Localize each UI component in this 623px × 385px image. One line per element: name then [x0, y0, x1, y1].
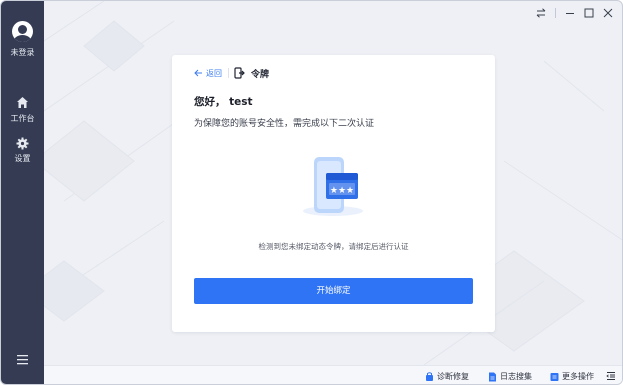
greeting-text: 您好， test: [194, 96, 253, 108]
sidebar-item-label: 设置: [14, 154, 31, 163]
hint-text: 检测到您未绑定动态令牌，请绑定后进行认证: [258, 242, 409, 251]
more-icon: [550, 372, 559, 381]
maximize-icon[interactable]: [583, 7, 595, 19]
gear-icon: [16, 137, 29, 150]
back-link[interactable]: 返回: [194, 68, 222, 78]
footer-item-label: 诊断修复: [437, 372, 469, 381]
collapse-icon[interactable]: [606, 371, 616, 381]
arrow-left-icon: [194, 69, 202, 77]
diagnose-repair-button[interactable]: 诊断修复: [425, 371, 469, 382]
start-binding-button[interactable]: 开始绑定: [194, 278, 473, 304]
log-collect-button[interactable]: 日志搜集: [488, 371, 532, 382]
header-divider: [228, 68, 229, 78]
phone-token-illustration: ★★★: [303, 157, 363, 216]
subtitle-text: 为保障您的账号安全性，需完成以下二次认证: [194, 119, 375, 129]
controls-divider: [555, 8, 556, 18]
footer-bar: 诊断修复 日志搜集 更多操作: [44, 365, 622, 384]
repair-icon: [426, 371, 433, 381]
back-label: 返回: [206, 68, 222, 78]
svg-text:★★★: ★★★: [330, 186, 354, 196]
window-controls: [528, 7, 614, 19]
footer-item-label: 日志搜集: [500, 372, 532, 381]
page-title: 令牌: [251, 70, 270, 80]
token-icon: [234, 67, 245, 79]
token-card: 返回 令牌 您好， test 为保障您的账号安全性，需完成以下二次认证 ★★★ …: [172, 55, 495, 332]
app-window: 未登录 工作台 设置 返回 令牌 您好， test 为保障您的账号安全性，需完成…: [0, 0, 623, 385]
login-status-label[interactable]: 未登录: [1, 47, 44, 58]
close-icon[interactable]: [602, 7, 614, 19]
menu-icon[interactable]: [16, 354, 29, 365]
swap-icon[interactable]: [535, 7, 547, 19]
sidebar: 未登录 工作台 设置: [1, 1, 44, 384]
footer-item-label: 更多操作: [562, 372, 594, 381]
sidebar-item-label: 工作台: [10, 114, 35, 123]
minimize-icon[interactable]: [564, 7, 576, 19]
home-icon: [17, 97, 28, 108]
avatar[interactable]: [12, 21, 33, 42]
log-icon: [489, 372, 496, 381]
more-actions-button[interactable]: 更多操作: [550, 371, 594, 382]
